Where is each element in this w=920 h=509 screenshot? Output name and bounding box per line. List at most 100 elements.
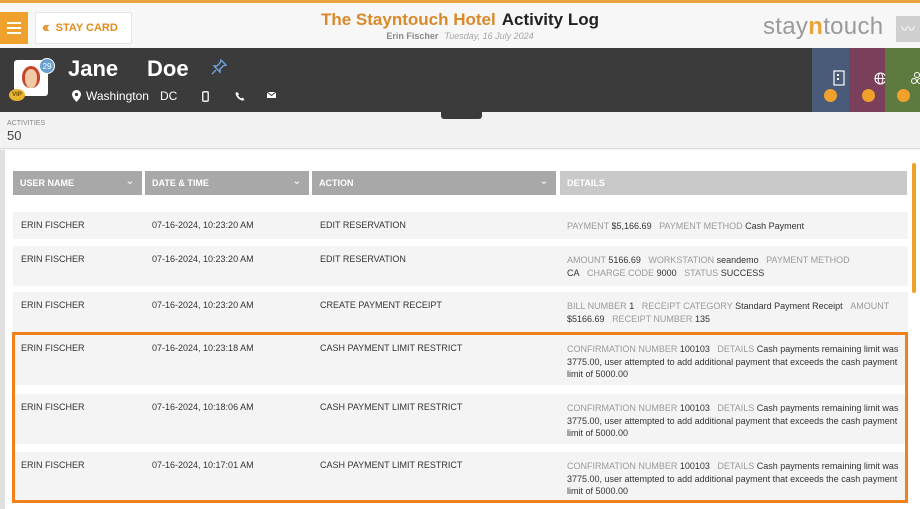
detail-value: $5,166.69 <box>611 221 652 231</box>
cell-user-name: ERIN FISCHER <box>21 254 85 264</box>
activity-table: USER NAME ⌄ DATE & TIME ⌄ ACTION ⌄ DETAILS … <box>5 150 920 509</box>
cell-details: BILL NUMBER 1 RECEIPT CATEGORY Standard … <box>567 300 904 325</box>
guest-first-name: Jane <box>68 56 119 81</box>
detail-key: RECEIPT NUMBER <box>612 313 693 324</box>
detail-key: DETAILS <box>717 344 755 354</box>
location-pin-icon <box>72 90 81 102</box>
guest-city: Washington <box>86 89 149 103</box>
column-header-details: DETAILS <box>560 171 907 195</box>
guest-side-tabs <box>812 48 920 112</box>
detail-key: WORKSTATION <box>648 255 715 265</box>
pin-icon[interactable] <box>211 58 228 79</box>
table-row[interactable]: ERIN FISCHER 07-16-2024, 10:23:20 AM EDIT … <box>13 246 908 286</box>
detail-value: 9000 <box>656 267 677 278</box>
detail-value: CA <box>567 267 580 278</box>
tab-network[interactable] <box>885 48 920 112</box>
detail-key: AMOUNT <box>567 255 606 265</box>
tab-global[interactable] <box>849 48 887 112</box>
guest-location: Washington DC <box>72 89 177 103</box>
detail-value: $5166.69 <box>567 313 605 324</box>
table-row[interactable]: ERIN FISCHER 07-16-2024, 10:17:01 AM CASH … <box>13 452 908 502</box>
building-icon <box>833 70 845 86</box>
search-icon <box>824 89 837 102</box>
table-row[interactable]: ERIN FISCHER 07-16-2024, 10:23:20 AM EDIT … <box>13 212 908 239</box>
cell-action: CREATE PAYMENT RECEIPT <box>320 300 442 310</box>
page-title: Activity Log <box>501 10 600 29</box>
detail-value: 100103 <box>679 344 710 354</box>
cell-details: CONFIRMATION NUMBER 100103 DETAILS Cash … <box>567 460 904 498</box>
chevron-down-icon: ⌄ <box>292 176 301 187</box>
detail-key: CONFIRMATION NUMBER <box>567 461 678 471</box>
vip-badge: VIP <box>9 89 25 101</box>
guest-state: DC <box>159 89 178 103</box>
detail-value: 135 <box>694 313 710 324</box>
search-icon <box>897 89 910 102</box>
detail-key: DETAILS <box>717 461 755 471</box>
column-header-action[interactable]: ACTION ⌄ <box>312 171 556 195</box>
table-row[interactable]: ERIN FISCHER 07-16-2024, 10:23:20 AM CREAT… <box>13 292 908 332</box>
cell-date-time: 07-16-2024, 10:23:20 AM <box>152 220 254 230</box>
detail-key: PAYMENT METHOD <box>659 221 743 231</box>
detail-value: seandemo <box>716 255 759 265</box>
guest-card-bar: VIP 29 Jane Doe Washington DC <box>0 48 920 112</box>
cell-details: CONFIRMATION NUMBER 100103 DETAILS Cash … <box>567 402 904 440</box>
cell-action: CASH PAYMENT LIMIT RESTRICT <box>320 343 463 353</box>
detail-key: CONFIRMATION NUMBER <box>567 344 678 354</box>
detail-value: 1 <box>629 301 635 311</box>
detail-key: CHARGE CODE <box>587 267 655 278</box>
hotel-name: The Stayntouch Hotel <box>320 10 496 29</box>
column-header-user-name[interactable]: USER NAME ⌄ <box>13 171 142 195</box>
cell-user-name: ERIN FISCHER <box>21 460 85 470</box>
cell-user-name: ERIN FISCHER <box>21 343 85 353</box>
business-date: Tuesday, 16 July 2024 <box>444 31 534 41</box>
top-header: ‹‹ STAY CARD The Stayntouch Hotel Activit… <box>0 0 920 48</box>
cell-action: EDIT RESERVATION <box>320 220 406 230</box>
guest-count-badge: 29 <box>39 58 55 74</box>
detail-key: STATUS <box>684 267 719 278</box>
activity-pulse-icon[interactable]: 〰 <box>896 16 920 42</box>
table-row[interactable]: ERIN FISCHER 07-16-2024, 10:18:06 AM CASH … <box>13 394 908 444</box>
detail-value: 100103 <box>679 461 710 471</box>
network-icon <box>911 72 920 84</box>
cell-details: PAYMENT $5,166.69 PAYMENT METHOD Cash Pa… <box>567 220 904 233</box>
detail-value: Cash Payment <box>745 221 805 231</box>
cell-action: CASH PAYMENT LIMIT RESTRICT <box>320 402 463 412</box>
detail-key: AMOUNT <box>850 301 890 311</box>
drawer-handle[interactable] <box>441 112 482 119</box>
current-user: Erin Fischer <box>386 31 439 41</box>
cell-user-name: ERIN FISCHER <box>21 220 85 230</box>
detail-key: PAYMENT <box>567 221 610 231</box>
guest-last-name: Doe <box>147 56 189 81</box>
activities-count: 50 <box>7 128 22 143</box>
detail-key: RECEIPT CATEGORY <box>641 301 733 311</box>
envelope-icon[interactable] <box>266 91 277 102</box>
table-row[interactable]: ERIN FISCHER 07-16-2024, 10:23:18 AM CASH … <box>13 335 908 385</box>
cell-date-time: 07-16-2024, 10:17:01 AM <box>152 460 254 470</box>
detail-key: PAYMENT METHOD <box>766 255 850 265</box>
mobile-phone-icon[interactable] <box>202 91 209 105</box>
phone-icon[interactable] <box>235 91 245 104</box>
detail-key: BILL NUMBER <box>567 301 627 311</box>
cell-action: CASH PAYMENT LIMIT RESTRICT <box>320 460 463 470</box>
tab-room-building[interactable] <box>812 48 849 112</box>
cell-details: CONFIRMATION NUMBER 100103 DETAILS Cash … <box>567 343 904 381</box>
cell-date-time: 07-16-2024, 10:23:20 AM <box>152 300 254 310</box>
detail-key: CONFIRMATION NUMBER <box>567 403 678 413</box>
detail-key: DETAILS <box>717 403 755 413</box>
cell-details: AMOUNT 5166.69 WORKSTATION seandemo PAYM… <box>567 254 904 279</box>
divider <box>0 148 920 149</box>
chevron-down-icon: ⌄ <box>539 176 548 187</box>
cell-user-name: ERIN FISCHER <box>21 402 85 412</box>
detail-value: SUCCESS <box>720 267 765 278</box>
detail-value: Standard Payment Receipt <box>735 301 843 311</box>
stayntouch-logo: stayntouch <box>763 13 884 40</box>
detail-value: 5166.69 <box>608 255 641 265</box>
cell-date-time: 07-16-2024, 10:18:06 AM <box>152 402 254 412</box>
detail-value: 100103 <box>679 403 710 413</box>
chevron-down-icon: ⌄ <box>125 176 134 187</box>
cell-date-time: 07-16-2024, 10:23:18 AM <box>152 343 254 353</box>
column-header-date-time[interactable]: DATE & TIME ⌄ <box>145 171 309 195</box>
cell-date-time: 07-16-2024, 10:23:20 AM <box>152 254 254 264</box>
scrollbar[interactable] <box>912 163 916 293</box>
cell-action: EDIT RESERVATION <box>320 254 406 264</box>
